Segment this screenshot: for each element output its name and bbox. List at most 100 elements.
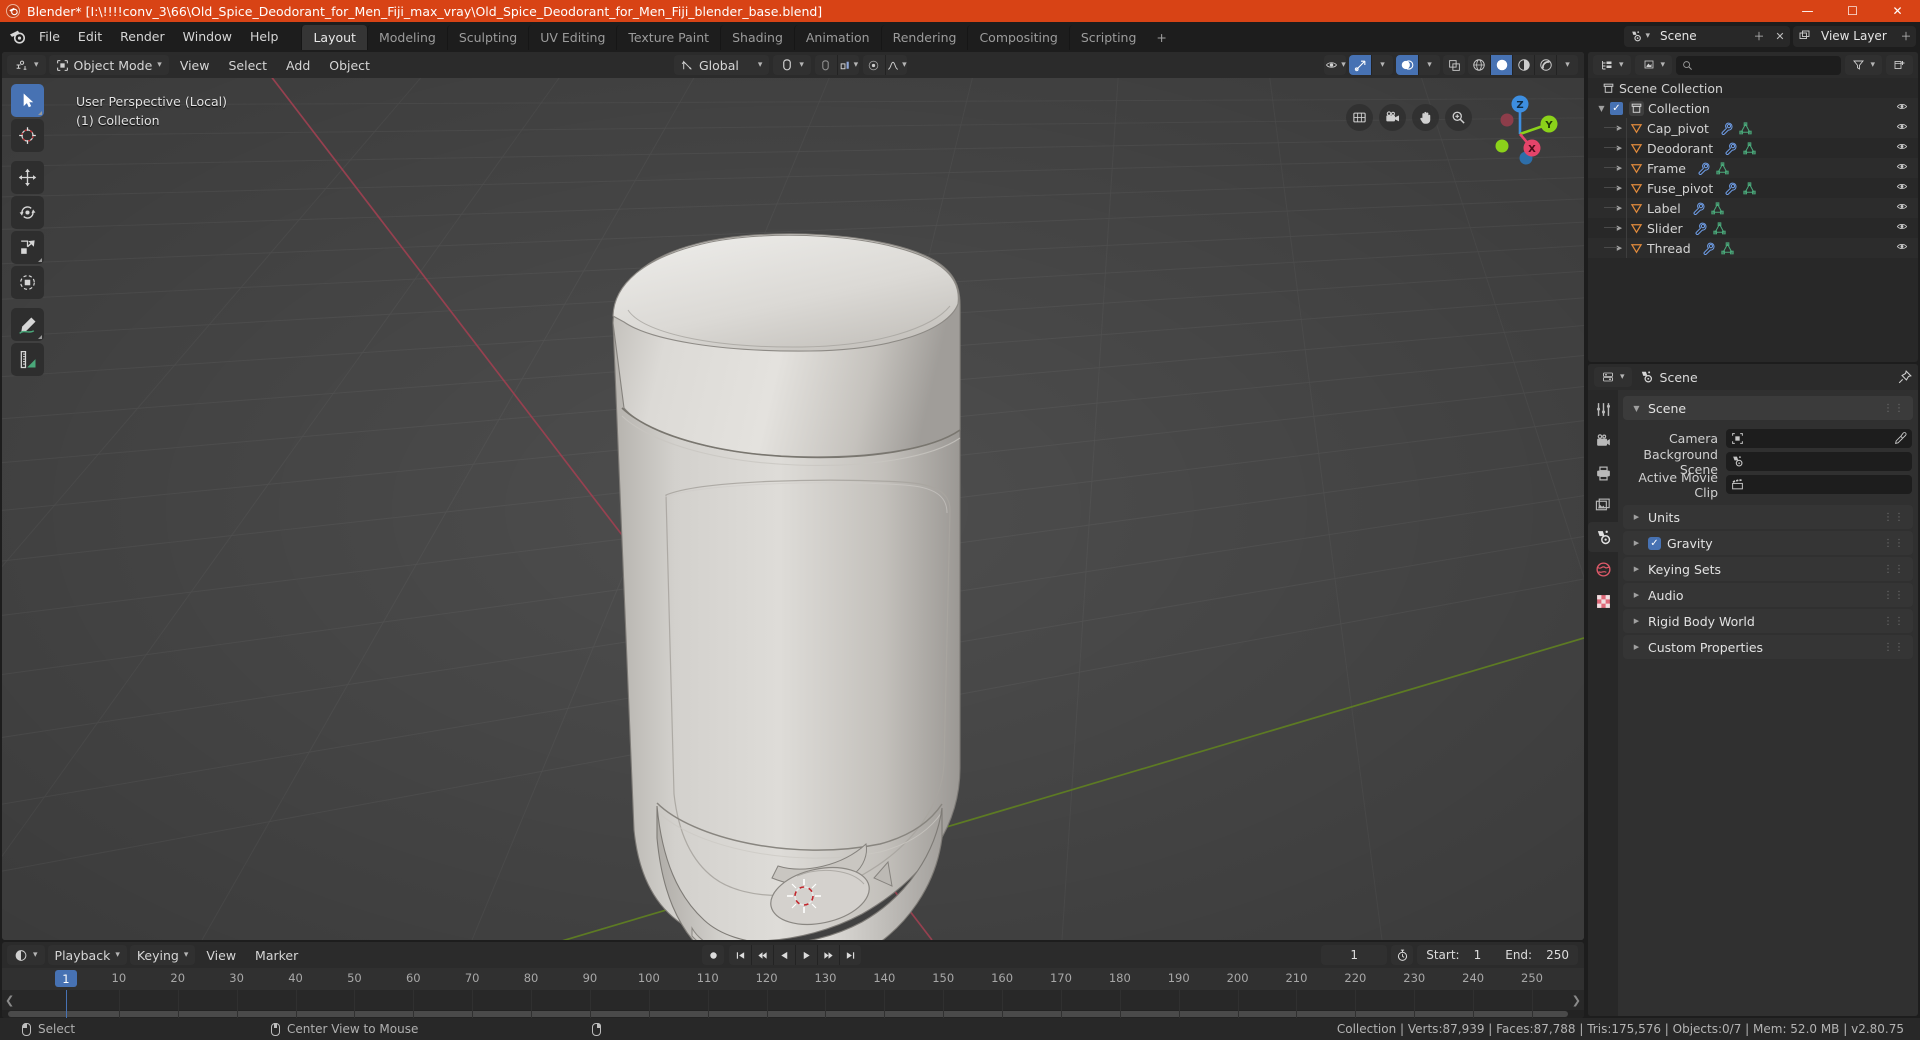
viewport-3d[interactable]: ▾ Object Mode ▾ View Select Add Object G… xyxy=(2,52,1584,940)
timeline-scrollbar[interactable] xyxy=(2,1010,1584,1018)
annotate-tool-button[interactable] xyxy=(11,308,44,341)
viewport-menu-object[interactable]: Object xyxy=(321,55,378,75)
scene-panel-disclosure-icon[interactable]: ▼ xyxy=(1631,404,1642,413)
snap-settings-group[interactable]: ▾ xyxy=(814,55,859,75)
properties-editor[interactable]: ▾ Scene ▼ Scene ⋮⋮ Camera Background Sce… xyxy=(1588,364,1918,1016)
object-visibility-toggle[interactable] xyxy=(1895,141,1909,152)
show-gizmo-icon[interactable] xyxy=(1349,55,1371,75)
timeline-ruler[interactable]: 10 20 30 40 50 60 70 80 90 100 110 120 130 140 150 160 1… xyxy=(2,968,1584,990)
object-visibility-toggle[interactable] xyxy=(1895,201,1909,212)
modifier-icon[interactable] xyxy=(1702,242,1715,255)
record-button-group[interactable] xyxy=(702,945,724,965)
properties-section-header[interactable]: ▶ Custom Properties ⋮⋮ xyxy=(1623,635,1913,659)
modifier-icon[interactable] xyxy=(1720,122,1733,135)
object-visibility-toggle[interactable] xyxy=(1895,121,1909,132)
tab-rendering[interactable]: Rendering xyxy=(880,25,968,50)
outliner-row-object[interactable]: ▶ Deodorant xyxy=(1588,138,1918,158)
tweak-tool-button[interactable] xyxy=(11,84,44,117)
play-button[interactable] xyxy=(795,945,817,965)
section-enable-checkbox[interactable]: ✓ xyxy=(1648,536,1661,550)
timeline-menu-keying[interactable]: Keying ▾ xyxy=(129,945,196,965)
background-scene-field[interactable] xyxy=(1726,452,1912,471)
scene-browse-icon[interactable]: ▾ xyxy=(1624,25,1655,47)
tab-world[interactable] xyxy=(1588,554,1618,584)
tab-uv-editing[interactable]: UV Editing xyxy=(528,25,616,50)
section-disclosure-icon[interactable]: ▶ xyxy=(1631,565,1642,573)
new-view-layer-button[interactable]: ＋ xyxy=(1896,25,1916,47)
properties-section-header[interactable]: ▶ Keying Sets ⋮⋮ xyxy=(1623,557,1913,581)
tab-compositing[interactable]: Compositing xyxy=(967,25,1068,50)
menu-help[interactable]: Help xyxy=(241,26,288,46)
snap-target-icon[interactable]: ▾ xyxy=(836,55,859,75)
viewport-3d-scene[interactable] xyxy=(2,78,1584,940)
outliner-row-collection[interactable]: ▼ ✓ Collection xyxy=(1588,98,1918,118)
properties-editor-type-button[interactable]: ▾ xyxy=(1594,367,1632,387)
panel-drag-dots[interactable]: ⋮⋮ xyxy=(1883,642,1905,653)
timeline-track[interactable]: ❮ ❯ xyxy=(2,990,1584,1018)
hand-pan-icon[interactable] xyxy=(1412,104,1439,131)
panel-drag-dots[interactable]: ⋮⋮ xyxy=(1883,538,1905,549)
outliner-row-object[interactable]: ▶ Cap_pivot xyxy=(1588,118,1918,138)
toggle-xray-icon[interactable] xyxy=(1443,55,1465,75)
modifier-icon[interactable] xyxy=(1697,162,1710,175)
mesh-data-icon[interactable] xyxy=(1743,181,1756,195)
outliner-row-object[interactable]: ▶ Frame xyxy=(1588,158,1918,178)
object-disclosure-icon[interactable]: ▶ xyxy=(1614,224,1625,232)
transform-orientation-selector[interactable]: Global ▾ xyxy=(674,55,770,75)
viewport-menu-view[interactable]: View xyxy=(172,55,218,75)
outliner-row-object[interactable]: ▶ Label xyxy=(1588,198,1918,218)
end-frame-value[interactable]: 250 xyxy=(1546,948,1569,962)
tab-scene[interactable] xyxy=(1588,522,1618,552)
panel-drag-dots[interactable]: ⋮⋮ xyxy=(1883,403,1905,414)
tab-animation[interactable]: Animation xyxy=(793,25,881,50)
collection-visibility-icon[interactable] xyxy=(1895,101,1909,112)
overlays-dropdown-icon[interactable]: ▾ xyxy=(1418,55,1440,75)
outliner-row-object[interactable]: ▶ Slider xyxy=(1588,218,1918,238)
active-movie-clip-row[interactable]: Active Movie Clip xyxy=(1618,470,1912,500)
outliner-new-collection-button[interactable] xyxy=(1886,55,1913,75)
object-disclosure-icon[interactable]: ▶ xyxy=(1614,184,1625,192)
object-visibility-toggle[interactable] xyxy=(1895,181,1909,192)
tab-tool[interactable] xyxy=(1588,394,1618,424)
viewport-canvas[interactable]: User Perspective (Local) (1) Collection xyxy=(2,78,1584,940)
modifier-icon[interactable] xyxy=(1724,142,1737,155)
next-keyframe-button[interactable] xyxy=(817,945,839,965)
menu-edit[interactable]: Edit xyxy=(69,26,111,46)
proportional-falloff-icon[interactable]: ▾ xyxy=(884,55,907,75)
camera-field[interactable] xyxy=(1726,429,1912,448)
gizmo-dropdown-icon[interactable]: ▾ xyxy=(1371,55,1393,75)
object-disclosure-icon[interactable]: ▶ xyxy=(1614,144,1625,152)
mesh-data-icon[interactable] xyxy=(1721,241,1734,255)
zoom-icon[interactable] xyxy=(1445,104,1472,131)
modifier-icon[interactable] xyxy=(1724,182,1737,195)
timeline-menu-playback[interactable]: Playback ▾ xyxy=(47,945,127,965)
transform-tool-button[interactable] xyxy=(11,266,44,299)
panel-drag-dots[interactable]: ⋮⋮ xyxy=(1883,616,1905,627)
panel-drag-dots[interactable]: ⋮⋮ xyxy=(1883,590,1905,601)
new-scene-button[interactable]: ＋ xyxy=(1749,25,1769,47)
scene-panel-header[interactable]: ▼ Scene ⋮⋮ xyxy=(1623,396,1913,420)
properties-section-header[interactable]: ▶ Units ⋮⋮ xyxy=(1623,505,1913,529)
cursor-tool-button[interactable] xyxy=(11,119,44,152)
outliner-editor[interactable]: ▾ ▾ ▾ Scene Collection ▼ ✓ Collection ▶ … xyxy=(1588,52,1918,362)
unlink-scene-button[interactable]: ✕ xyxy=(1770,25,1790,47)
shading-mode-group[interactable]: ▾ xyxy=(1468,55,1578,75)
maximize-button[interactable]: ☐ xyxy=(1830,0,1875,22)
outliner-display-mode-button[interactable]: ▾ xyxy=(1634,55,1673,75)
xray-group[interactable] xyxy=(1443,55,1465,75)
toggle-orthographic-icon[interactable] xyxy=(1346,104,1373,131)
auto-keying-group[interactable] xyxy=(1391,945,1414,965)
scene-selector[interactable]: ▾ Scene ＋ ✕ xyxy=(1624,25,1790,47)
jump-to-start-button[interactable] xyxy=(729,945,751,965)
editor-type-selector[interactable]: ▾ xyxy=(7,55,46,75)
outliner-filter-button[interactable]: ▾ xyxy=(1845,55,1882,75)
proportional-editing-group[interactable]: ▾ xyxy=(862,55,907,75)
viewport-nav-gizmo[interactable]: Z Y X xyxy=(1478,90,1562,174)
viewport-menu-add[interactable]: Add xyxy=(278,55,318,75)
menu-window[interactable]: Window xyxy=(174,26,241,46)
play-reverse-button[interactable] xyxy=(773,945,795,965)
timeline-left-arrow-icon[interactable]: ❮ xyxy=(5,994,14,1007)
mesh-data-icon[interactable] xyxy=(1713,221,1726,235)
view-layer-selector[interactable]: View Layer ＋ xyxy=(1793,25,1916,47)
camera-view-icon[interactable] xyxy=(1379,104,1406,131)
